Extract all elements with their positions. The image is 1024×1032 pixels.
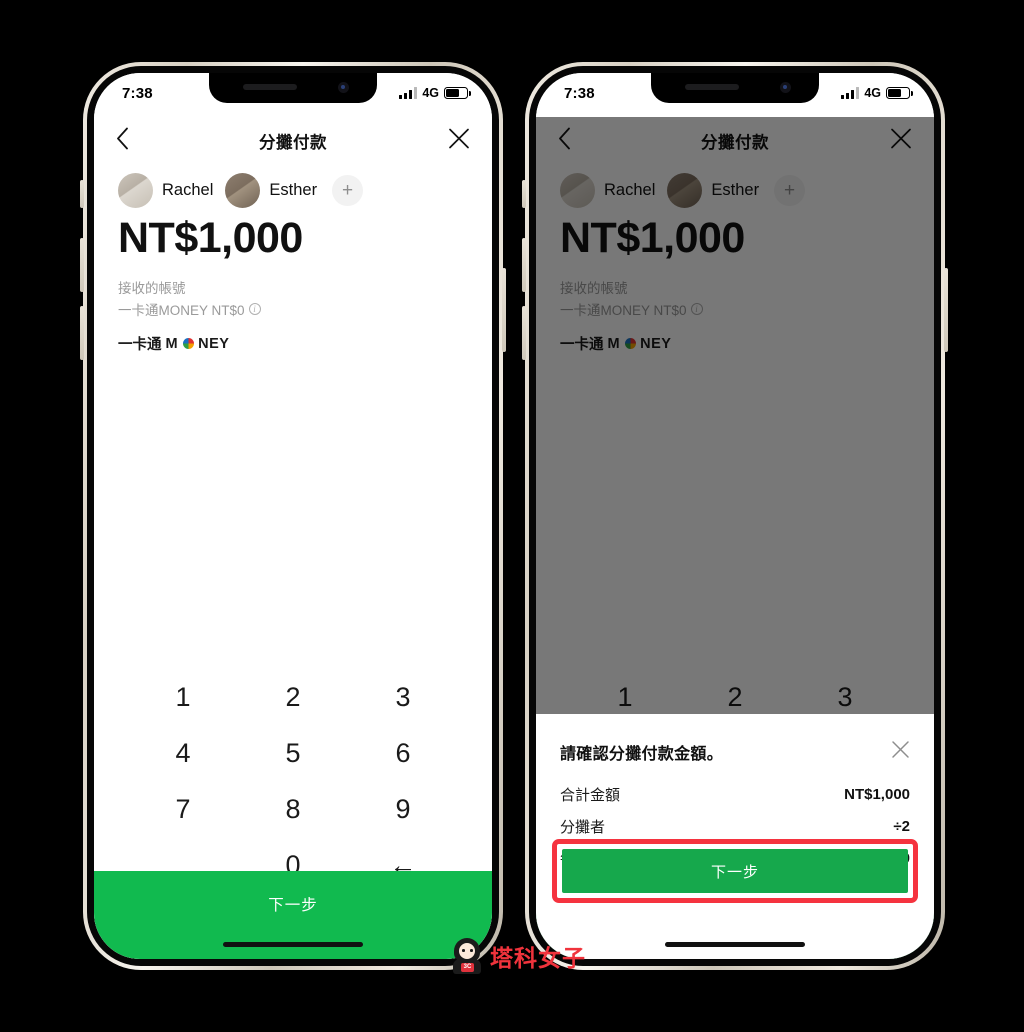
navbar: 分攤付款 bbox=[94, 117, 492, 165]
back-button[interactable] bbox=[116, 127, 129, 155]
key-4[interactable]: 4 bbox=[128, 725, 238, 781]
summary-row-total: 合計金額 NT$1,000 bbox=[560, 778, 910, 810]
earpiece-speaker-icon bbox=[685, 84, 739, 90]
account-label: 接收的帳號 bbox=[118, 281, 186, 296]
key-9[interactable]: 9 bbox=[348, 781, 458, 837]
keypad-row: 1 2 3 bbox=[128, 669, 458, 725]
notch bbox=[209, 73, 377, 103]
watermark-avatar-icon: 3C bbox=[450, 938, 484, 974]
brand-suffix: NEY bbox=[198, 335, 230, 352]
status-time: 7:38 bbox=[122, 85, 153, 102]
amount-display: NT$1,000 bbox=[118, 214, 303, 262]
participant-name: Esther bbox=[269, 181, 318, 199]
sheet-next-step-label: 下一步 bbox=[710, 863, 759, 881]
highlight-annotation: 下一步 bbox=[552, 839, 918, 903]
sheet-title: 請確認分攤付款金額。 bbox=[560, 746, 724, 763]
power-button[interactable] bbox=[944, 268, 948, 352]
key-8[interactable]: 8 bbox=[238, 781, 348, 837]
sheet-close-button[interactable] bbox=[891, 740, 910, 764]
close-x-icon bbox=[892, 741, 909, 758]
mute-switch[interactable] bbox=[80, 180, 84, 208]
ipass-money-brand: 一卡通 M NEY bbox=[94, 319, 492, 354]
volume-up-button[interactable] bbox=[522, 238, 526, 292]
key-5[interactable]: 5 bbox=[238, 725, 348, 781]
status-indicators: 4G bbox=[841, 86, 913, 100]
home-indicator[interactable] bbox=[665, 942, 805, 947]
page-title: 分攤付款 bbox=[259, 134, 327, 152]
key-3[interactable]: 3 bbox=[348, 669, 458, 725]
app-body-left: 分攤付款 Rachel Esther + NT$1,000 接收的帳號 一卡通M… bbox=[94, 117, 492, 959]
confirmation-bottom-sheet: 請確認分攤付款金額。 合計金額 NT$1,000 分攤者 ÷2 下一步 bbox=[536, 714, 934, 959]
add-participant-button[interactable]: + bbox=[332, 175, 364, 206]
status-indicators: 4G bbox=[399, 86, 471, 100]
row-value: ÷2 bbox=[893, 817, 910, 835]
avatar-badge: 3C bbox=[461, 963, 474, 972]
signal-bars-icon bbox=[841, 87, 860, 99]
network-label: 4G bbox=[422, 86, 439, 100]
power-button[interactable] bbox=[502, 268, 506, 352]
participant-esther[interactable]: Esther bbox=[225, 173, 329, 208]
numeric-keypad: 1 2 3 4 5 6 7 8 9 bbox=[94, 669, 492, 893]
key-7[interactable]: 7 bbox=[128, 781, 238, 837]
row-value: NT$1,000 bbox=[844, 785, 910, 803]
volume-down-button[interactable] bbox=[522, 306, 526, 360]
watermark: 3C 塔科女子 bbox=[450, 938, 586, 974]
status-time: 7:38 bbox=[564, 85, 595, 102]
phone-left: 7:38 4G 分攤付款 Rachel Esther + NT$1,000 接收… bbox=[80, 62, 506, 970]
volume-down-button[interactable] bbox=[80, 306, 84, 360]
avatar bbox=[225, 173, 261, 208]
participant-name: Rachel bbox=[162, 181, 214, 199]
avatar-eye-right bbox=[470, 949, 473, 952]
phone-screen-right: 7:38 4G 分攤付款 bbox=[536, 73, 934, 959]
next-step-label: 下一步 bbox=[268, 897, 318, 914]
brand-prefix: 一卡通 bbox=[118, 337, 162, 353]
watermark-text: 塔科女子 bbox=[490, 945, 586, 971]
screenshot-canvas: 7:38 4G 分攤付款 Rachel Esther + NT$1,000 接收… bbox=[0, 0, 1024, 1032]
phone-right: 7:38 4G 分攤付款 bbox=[522, 62, 948, 970]
summary-row-splitters: 分攤者 ÷2 bbox=[560, 810, 910, 842]
brand-m: M bbox=[165, 335, 179, 352]
close-x-icon bbox=[449, 128, 469, 149]
sheet-next-step-button[interactable]: 下一步 bbox=[562, 849, 908, 893]
keypad-row: 4 5 6 bbox=[128, 725, 458, 781]
sheet-header: 請確認分攤付款金額。 bbox=[560, 714, 910, 764]
front-camera-icon bbox=[338, 82, 349, 93]
network-label: 4G bbox=[864, 86, 881, 100]
notch bbox=[651, 73, 819, 103]
row-label: 分攤者 bbox=[560, 818, 606, 836]
key-2[interactable]: 2 bbox=[238, 669, 348, 725]
home-indicator[interactable] bbox=[223, 942, 363, 947]
earpiece-speaker-icon bbox=[243, 84, 297, 90]
participant-rachel[interactable]: Rachel bbox=[118, 173, 225, 208]
row-label: 合計金額 bbox=[560, 786, 621, 804]
volume-up-button[interactable] bbox=[80, 238, 84, 292]
account-balance-text: 一卡通MONEY NT$0 bbox=[118, 303, 245, 318]
keypad-row: 7 8 9 bbox=[128, 781, 458, 837]
chevron-left-icon bbox=[117, 127, 128, 150]
account-value-row[interactable]: 一卡通MONEY NT$0 i bbox=[94, 297, 492, 319]
signal-bars-icon bbox=[399, 87, 418, 99]
key-1[interactable]: 1 bbox=[128, 669, 238, 725]
battery-icon bbox=[886, 87, 913, 99]
key-6[interactable]: 6 bbox=[348, 725, 458, 781]
ipass-money-logo-icon bbox=[182, 338, 194, 349]
participants-row: Rachel Esther + bbox=[94, 165, 492, 208]
avatar bbox=[118, 173, 153, 208]
phone-screen-left: 7:38 4G 分攤付款 Rachel Esther + NT$1,000 接收… bbox=[94, 73, 492, 959]
close-button[interactable] bbox=[448, 128, 470, 155]
battery-icon bbox=[444, 87, 471, 99]
front-camera-icon bbox=[780, 82, 791, 93]
avatar-eye-left bbox=[462, 949, 465, 952]
info-circle-icon[interactable]: i bbox=[248, 303, 261, 315]
mute-switch[interactable] bbox=[522, 180, 526, 208]
